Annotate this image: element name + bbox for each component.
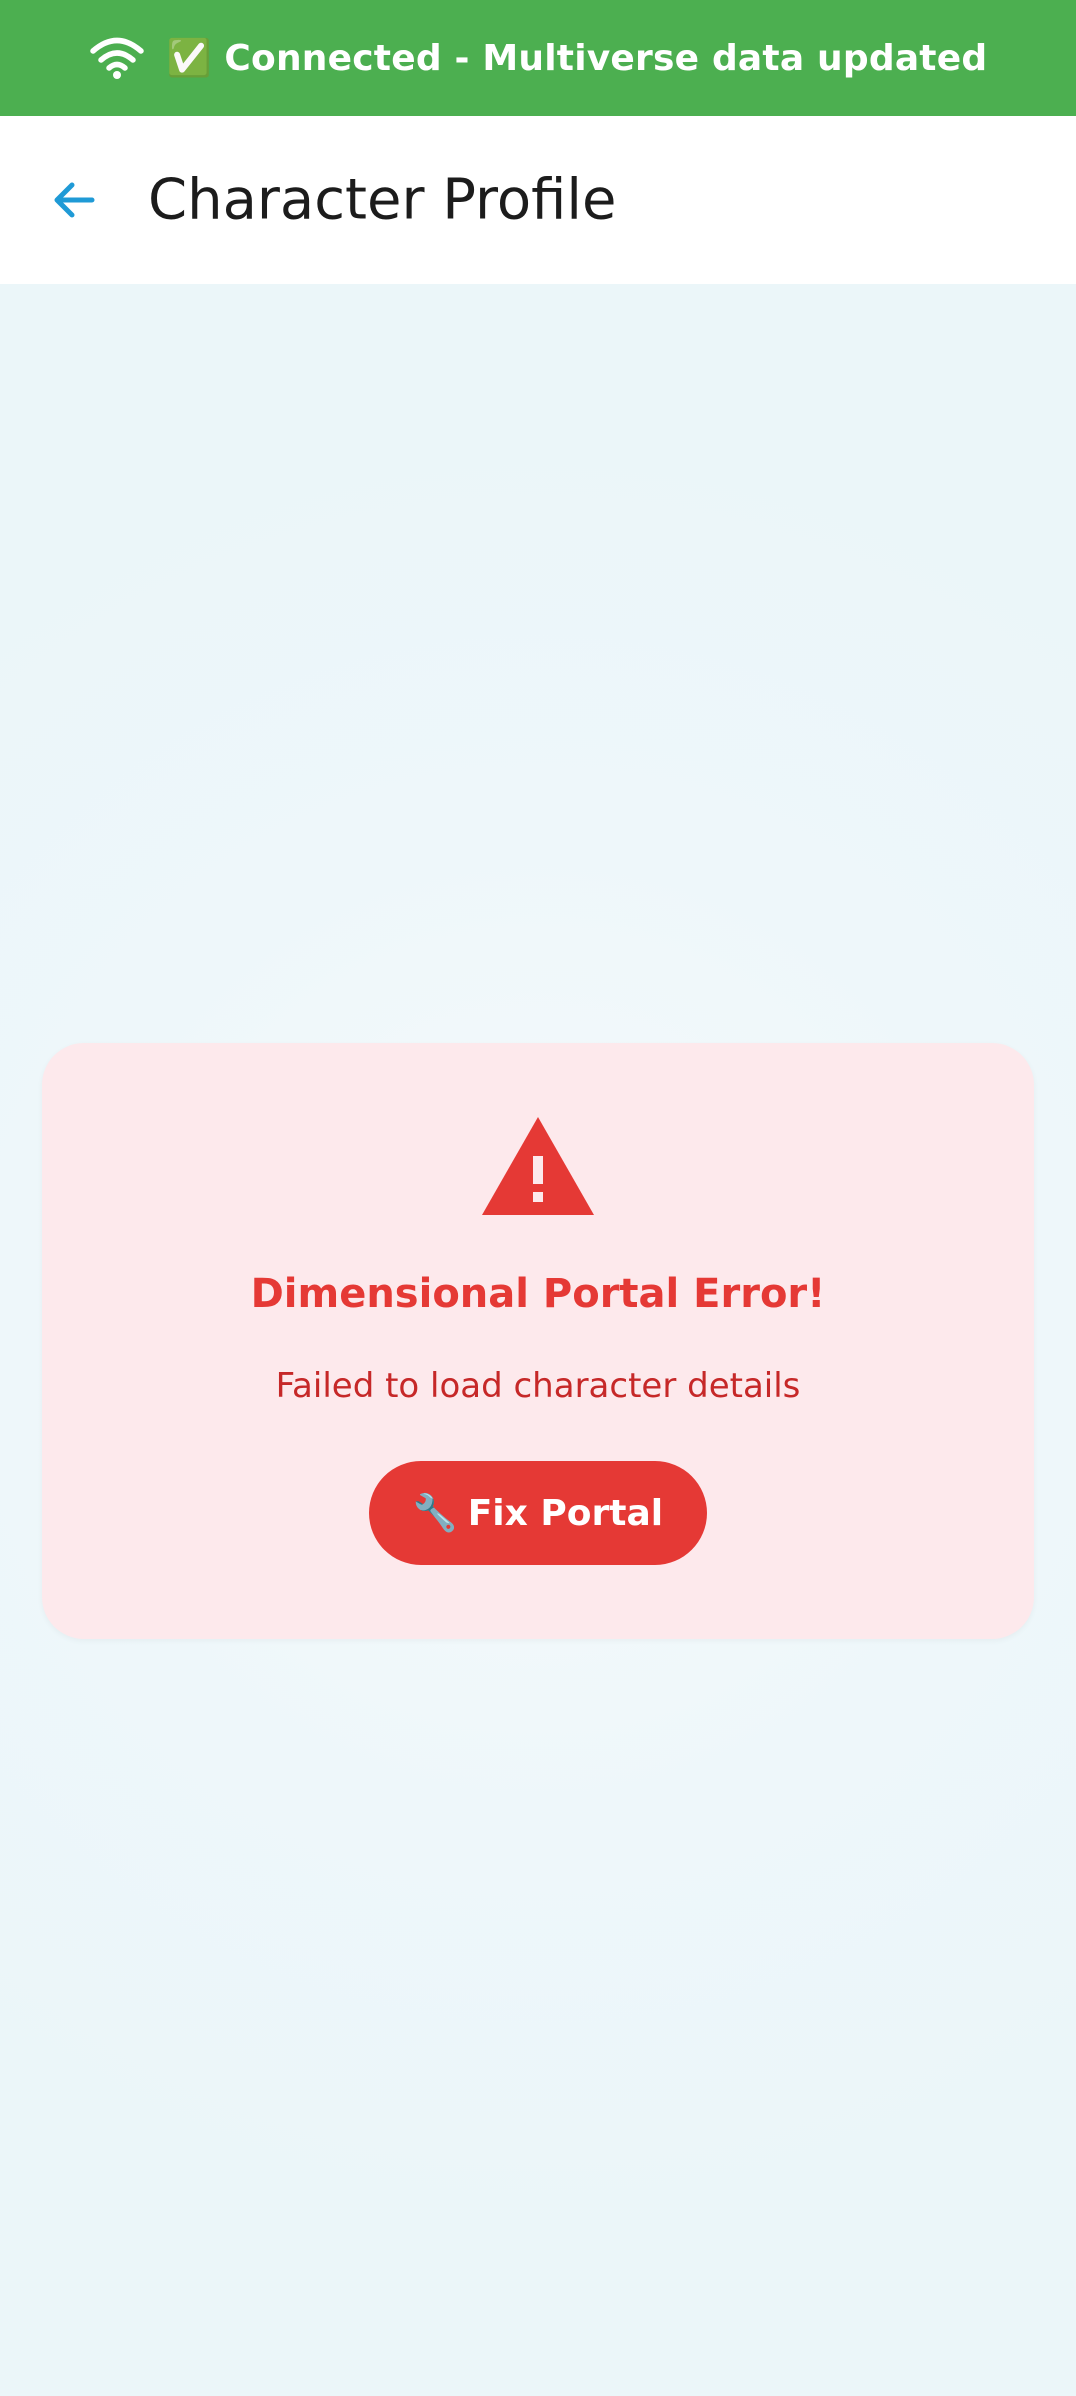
- arrow-left-icon: [54, 182, 95, 218]
- fix-portal-label: Fix Portal: [467, 1492, 664, 1534]
- fix-portal-button[interactable]: 🔧 Fix Portal: [369, 1461, 707, 1565]
- error-card: Dimensional Portal Error! Failed to load…: [42, 1043, 1034, 1639]
- back-button[interactable]: [38, 164, 110, 236]
- error-title: Dimensional Portal Error!: [250, 1271, 826, 1317]
- warning-triangle-icon: [482, 1117, 594, 1215]
- app-bar: Character Profile: [0, 116, 1076, 284]
- wrench-icon: 🔧: [412, 1493, 458, 1534]
- connection-status-text: ✅ Connected - Multiverse data updated: [166, 38, 988, 79]
- page-title: Character Profile: [148, 167, 617, 233]
- error-message: Failed to load character details: [275, 1366, 801, 1406]
- wifi-icon: [89, 37, 144, 79]
- connection-status-banner: ✅ Connected - Multiverse data updated: [0, 0, 1076, 116]
